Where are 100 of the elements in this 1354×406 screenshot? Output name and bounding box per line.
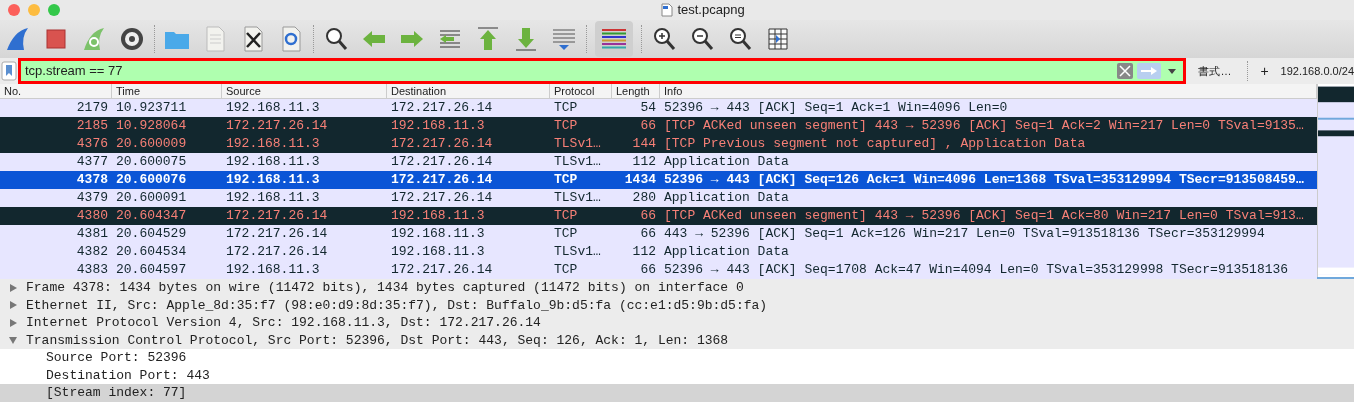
time-cell-text: 20.600009 <box>115 135 188 154</box>
detail-text: Ethernet II, Src: Apple_8d:35:f7 (98:e0:d9:8d:35:f7), Dst: Buffalo_9b:d5:fa (cc:e1:d5:9b:d5:fa) <box>26 296 768 315</box>
detail-text: Destination Port: 443 <box>46 366 210 385</box>
info-cell-text: Application Data <box>663 153 790 172</box>
number-cell-text: 2179 <box>75 99 109 118</box>
info-cell-text: [TCP ACKed unseen segment] 443 → 52396 [ACK] Seq=1 Ack=80 Win=217 Len=0 TSval=913… <box>663 207 1305 226</box>
packet-row[interactable]: 4377 20.600075 192.168.11.3 172.217.26.14 TLSv1… 112 Application Data <box>0 153 1317 171</box>
column-header[interactable]: Time <box>112 84 222 98</box>
column-header[interactable]: Source <box>222 84 387 98</box>
source-cell-text: 172.217.26.14 <box>225 207 329 226</box>
number-cell-text: 2185 <box>75 117 109 136</box>
time-cell-text: 20.600075 <box>115 153 188 172</box>
length-cell-text: 112 <box>631 153 657 172</box>
destination-cell-text: 172.217.26.14 <box>390 153 494 172</box>
expanded-triangle-icon[interactable] <box>8 335 18 346</box>
file-icon <box>661 3 674 17</box>
clear-icon[interactable] <box>1117 63 1134 79</box>
detail-text: Internet Protocol Version 4, Src: 192.168.11.3, Dst: 172.217.26.14 <box>26 314 541 332</box>
time-cell-text: 20.600091 <box>115 189 188 208</box>
info-cell-text: 443 → 52396 [ACK] Seq=1 Ack=126 Win=217 Len=0 TSval=913518136 TSecr=353129994 <box>663 225 1266 244</box>
source-cell-text: 192.168.11.3 <box>225 261 321 280</box>
window-title: test.pcapng <box>677 1 745 20</box>
info-cell-text: 52396 → 443 [ACK] Seq=1708 Ack=47 Win=4094 Len=0 TSval=353129998 TSecr=913518136 <box>663 261 1290 280</box>
detail-row[interactable]: Frame 4378: 1434 bytes on wire (11472 bits), 1434 bytes captured (11472 bits) on interface 0 <box>0 279 1354 297</box>
detail-text: Transmission Control Protocol, Src Port: 52396, Dst Port: 443, Seq: 126, Ack: 1, Len: 1368 <box>26 331 729 350</box>
display-filter-field[interactable]: tcp.stream == 77 <box>18 58 1187 84</box>
length-cell-text: 144 <box>631 135 657 154</box>
source-cell-text: 192.168.11.3 <box>225 135 321 154</box>
add-button[interactable]: + <box>1252 60 1277 82</box>
source-cell-text: 172.217.26.14 <box>225 225 329 244</box>
number-cell-text: 4381 <box>75 225 109 244</box>
packet-row[interactable]: 4380 20.604347 172.217.26.14 192.168.11.3 TCP 66 [TCP ACKed unseen segment] 443 → 52396 [ACK] Seq=1 Ack=80 Win=217 Len=0 TSval=913… <box>0 207 1317 225</box>
filter-button[interactable]: 書式… <box>1186 62 1244 80</box>
packet-row[interactable]: 4379 20.600091 192.168.11.3 172.217.26.14 TLSv1… 280 Application Data <box>0 189 1317 207</box>
collapsed-triangle-icon[interactable] <box>8 282 18 293</box>
column-header[interactable]: Info <box>660 84 1317 98</box>
protocol-cell-text: TCP <box>553 99 579 118</box>
collapsed-triangle-icon[interactable] <box>8 317 18 328</box>
destination-cell-text: 172.217.26.14 <box>390 135 494 154</box>
info-cell-text: Application Data <box>663 243 790 262</box>
info-cell-text: 52396 → 443 [ACK] Seq=126 Ack=1 Win=4096 Len=1368 TSval=353129994 TSecr=913508459… <box>663 171 1305 190</box>
number-cell-text: 4376 <box>75 135 109 154</box>
bookmark-icon[interactable] <box>1 61 17 81</box>
packet-row[interactable]: 4381 20.604529 172.217.26.14 192.168.11.3 TCP 66 443 → 52396 [ACK] Seq=1 Ack=126 Win=217 Len=0 TSval=913518136 TSecr=353129994 <box>0 225 1317 243</box>
packet-row[interactable]: 2179 10.923711 192.168.11.3 172.217.26.14 TCP 54 52396 → 443 [ACK] Seq=1 Ack=1 Win=4096 Len=0 <box>0 99 1317 117</box>
time-cell-text: 10.928064 <box>115 117 188 136</box>
time-cell-text: 20.600076 <box>115 171 188 190</box>
number-cell-text: 4379 <box>75 189 109 208</box>
column-header[interactable]: Length <box>612 84 660 98</box>
time-cell-text: 20.604534 <box>115 243 188 262</box>
number-cell-text: 4378 <box>75 171 109 190</box>
source-cell-text: 172.217.26.14 <box>225 243 329 262</box>
coloring-rules-icon[interactable] <box>595 21 633 57</box>
length-cell-text: 54 <box>639 99 657 118</box>
length-cell-text: 66 <box>639 261 657 280</box>
number-cell-text: 4380 <box>75 207 109 226</box>
source-cell-text: 192.168.11.3 <box>225 153 321 172</box>
time-cell-text: 20.604529 <box>115 225 188 244</box>
destination-cell-text: 192.168.11.3 <box>390 243 486 262</box>
length-cell-text: 66 <box>639 225 657 244</box>
info-cell-text: [TCP ACKed unseen segment] 443 → 52396 [ACK] Seq=1 Ack=2 Win=217 Len=0 TSval=9135… <box>663 117 1305 136</box>
packet-row[interactable]: 4382 20.604534 172.217.26.14 192.168.11.3 TLSv1… 112 Application Data <box>0 243 1317 261</box>
source-cell-text: 192.168.11.3 <box>225 171 321 190</box>
detail-row[interactable]: Internet Protocol Version 4, Src: 192.168.11.3, Dst: 172.217.26.14 <box>0 314 1354 332</box>
info-cell-text: Application Data <box>663 189 790 208</box>
destination-cell-text: 172.217.26.14 <box>390 99 494 118</box>
protocol-cell-text: TCP <box>553 261 579 280</box>
settings-icon[interactable] <box>118 25 146 53</box>
packet-row[interactable]: 2185 10.928064 172.217.26.14 192.168.11.3 TCP 66 [TCP ACKed unseen segment] 443 → 52396 [ACK] Seq=1 Ack=2 Win=217 Len=0 TSval=9135… <box>0 117 1317 135</box>
protocol-cell-text: TLSv1… <box>553 243 602 262</box>
column-header[interactable]: No. <box>0 84 112 98</box>
column-header[interactable]: Protocol <box>550 84 612 98</box>
length-cell-text: 112 <box>631 243 657 262</box>
number-cell-text: 4377 <box>75 153 109 172</box>
protocol-cell-text: TLSv1… <box>553 189 602 208</box>
destination-cell-text: 192.168.11.3 <box>390 117 486 136</box>
destination-cell-text: 172.217.26.14 <box>390 189 494 208</box>
number-cell-text: 4382 <box>75 243 109 262</box>
source-cell-text: 192.168.11.3 <box>225 189 321 208</box>
packet-row[interactable]: 4376 20.600009 192.168.11.3 172.217.26.14 TLSv1… 144 [TCP Previous segment not captured] , Application Data <box>0 135 1317 153</box>
detail-text: [Stream index: 77] <box>46 384 187 402</box>
source-cell-text: 192.168.11.3 <box>225 99 321 118</box>
packet-row[interactable]: 4378 20.600076 192.168.11.3 172.217.26.14 TCP 1434 52396 → 443 [ACK] Seq=126 Ack=1 Win=4096 Len=1368 TSval=353129994 TSecr=913508459… <box>0 171 1317 189</box>
collapsed-triangle-icon[interactable] <box>8 300 18 311</box>
filter-button[interactable]: 192.168.0.0/24 <box>1276 62 1354 80</box>
time-cell-text: 20.604597 <box>115 261 188 280</box>
protocol-cell-text: TCP <box>553 117 579 136</box>
number-cell-text: 4383 <box>75 261 109 280</box>
protocol-cell-text: TLSv1… <box>553 153 602 172</box>
destination-cell-text: 172.217.26.14 <box>390 261 494 280</box>
column-header[interactable]: Destination <box>387 84 550 98</box>
detail-row[interactable]: [Stream index: 77] <box>0 384 1354 402</box>
close-window-button[interactable] <box>8 4 20 16</box>
packet-row[interactable]: 4383 20.604597 192.168.11.3 172.217.26.14 TCP 66 52396 → 443 [ACK] Seq=1708 Ack=47 Win=4094 Len=0 TSval=353129998 TSecr=913518136 <box>0 261 1317 279</box>
source-cell-text: 172.217.26.14 <box>225 117 329 136</box>
info-cell-text: 52396 → 443 [ACK] Seq=1 Ack=1 Win=4096 Len=0 <box>663 99 1009 118</box>
length-cell-text: 66 <box>639 207 657 226</box>
protocol-cell-text: TCP <box>553 171 579 190</box>
detail-text: Frame 4378: 1434 bytes on wire (11472 bits), 1434 bytes captured (11472 bits) on interface 0 <box>26 279 744 297</box>
time-cell-text: 10.923711 <box>115 99 188 118</box>
